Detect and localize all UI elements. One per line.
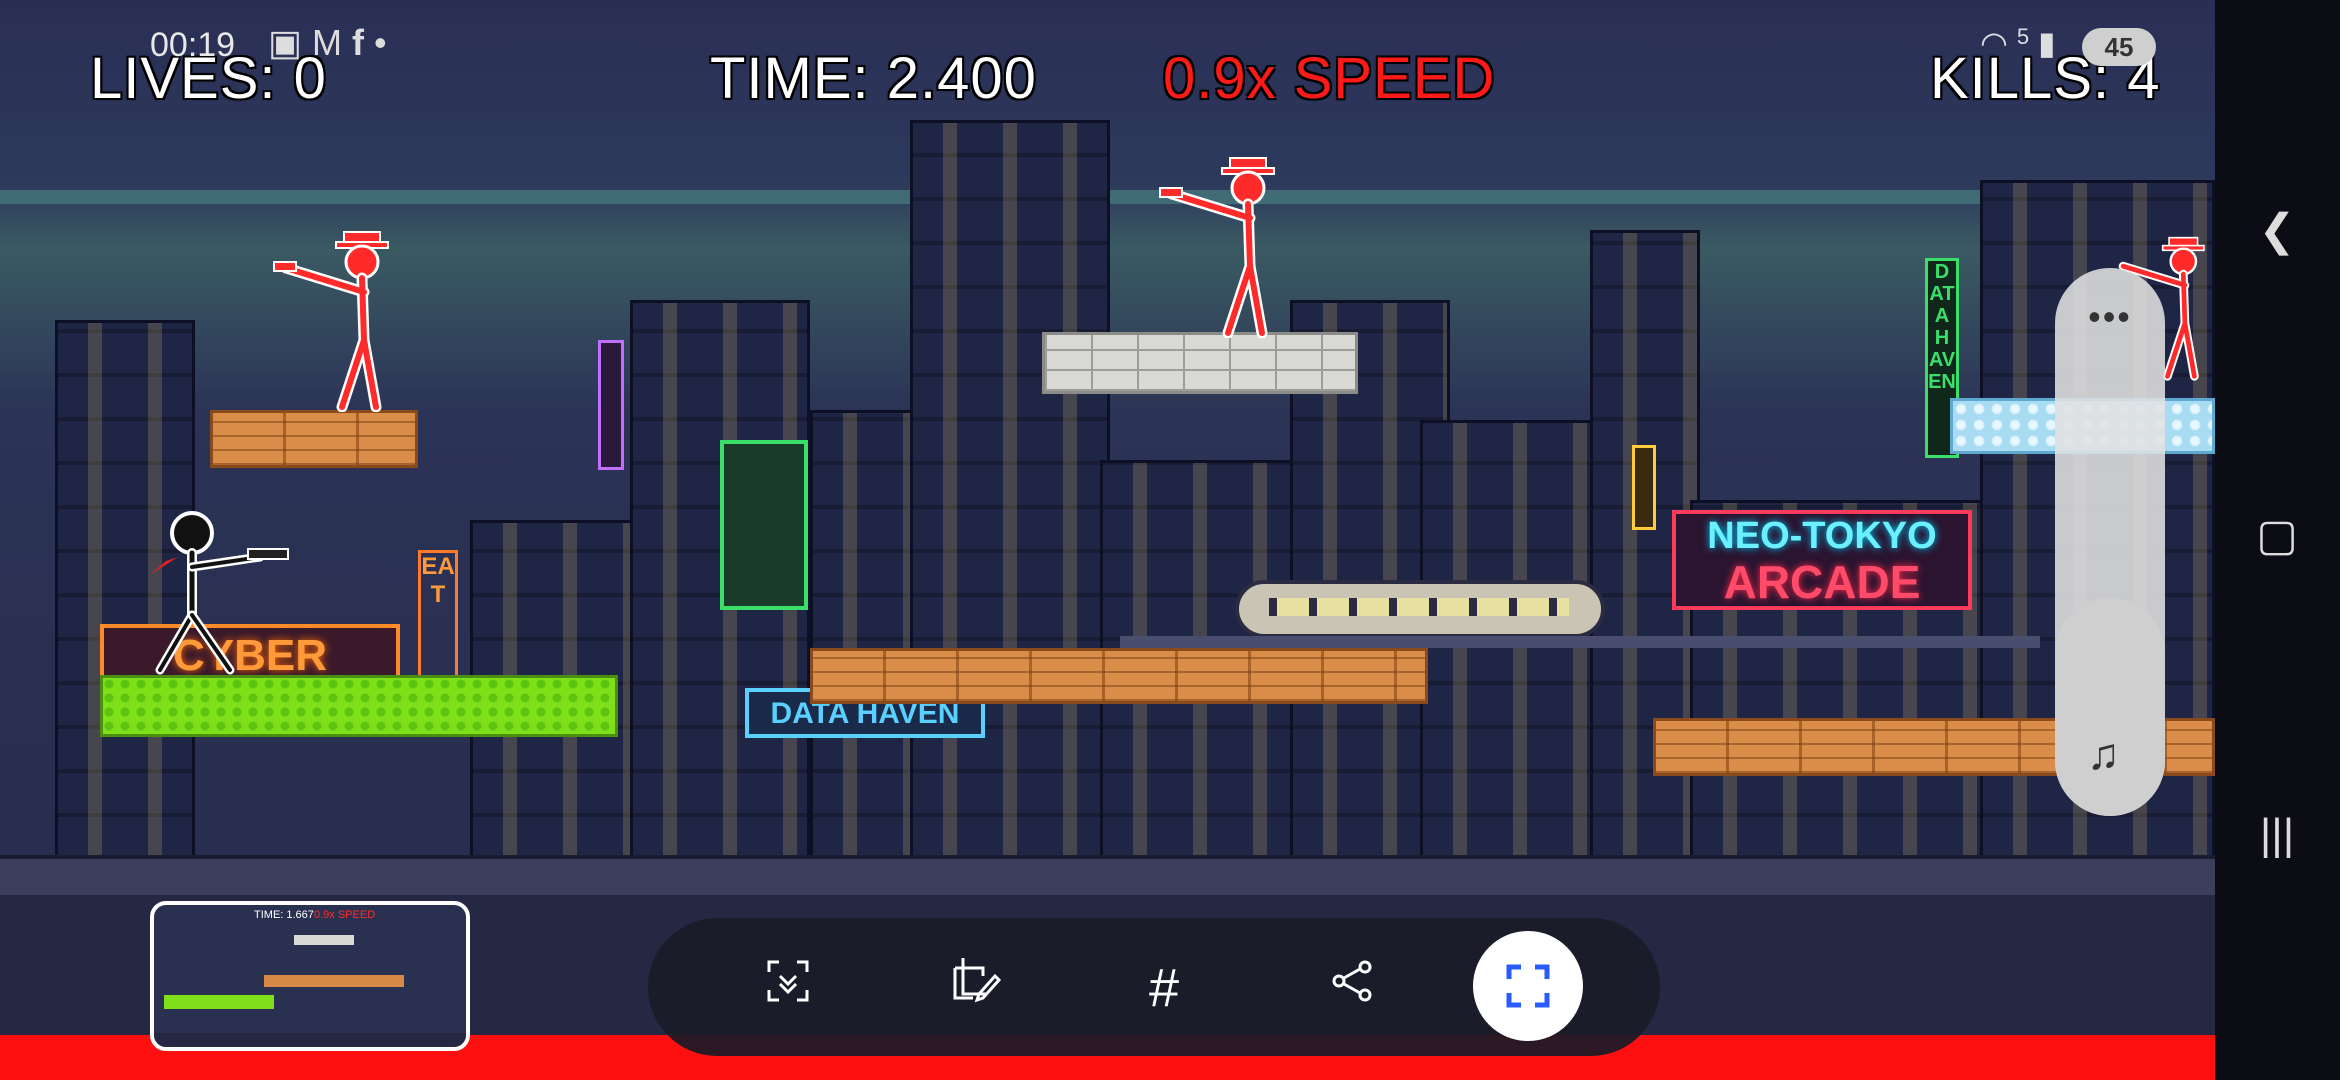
volume-slider[interactable]: ••• ♫ bbox=[2055, 268, 2165, 816]
sign-yellow-vertical bbox=[1632, 445, 1656, 530]
gmail-icon: M bbox=[312, 22, 353, 63]
thumbnail-grass bbox=[164, 995, 274, 1009]
player-stickman bbox=[150, 511, 289, 675]
dot-icon: • bbox=[374, 22, 397, 63]
sign-arcade: NEO-TOKYO ARCADE bbox=[1672, 510, 1972, 610]
thumbnail-wood bbox=[264, 975, 404, 987]
sign-purple-vertical bbox=[598, 340, 624, 470]
battery-level: 45 bbox=[2104, 32, 2134, 62]
hud-speed: 0.9x SPEED bbox=[1163, 46, 1496, 111]
sign-noodle-neon bbox=[720, 440, 808, 610]
monorail-train bbox=[1235, 580, 1605, 638]
music-volume-icon: ♫ bbox=[2087, 730, 2120, 779]
platform-grass bbox=[100, 675, 618, 737]
signal-icon: ▮ bbox=[2037, 25, 2056, 61]
enemy-stickman bbox=[1159, 157, 1275, 338]
battery-indicator: 45 bbox=[2082, 28, 2156, 66]
thumbnail-street bbox=[154, 1033, 466, 1047]
facebook-icon: f bbox=[352, 22, 375, 63]
thumbnail-stone bbox=[294, 935, 354, 945]
volume-level bbox=[2055, 598, 2165, 816]
sign-arcade-line1: NEO-TOKYO bbox=[1707, 515, 1937, 557]
crop-icon bbox=[1506, 964, 1550, 1008]
status-signal: ◠ 5 ▮ bbox=[1980, 24, 2056, 62]
recents-icon[interactable]: ||| bbox=[2237, 810, 2317, 860]
sign-arcade-line2: ARCADE bbox=[1723, 556, 1921, 608]
share-icon[interactable] bbox=[1312, 948, 1392, 1028]
edit-icon[interactable] bbox=[936, 948, 1016, 1028]
monorail-track bbox=[1120, 636, 2040, 648]
more-options-icon[interactable]: ••• bbox=[2055, 296, 2165, 338]
edit-glyph bbox=[953, 958, 1002, 1003]
status-time: 00:19 bbox=[150, 26, 236, 64]
dual-sim-icon: ▣ bbox=[268, 22, 313, 63]
platform-stone bbox=[1042, 332, 1358, 394]
crop-button[interactable] bbox=[1473, 931, 1583, 1041]
platform-wood bbox=[210, 410, 418, 468]
thumbnail-speed: 0.9x SPEED bbox=[314, 909, 376, 921]
building bbox=[910, 120, 1110, 860]
tag-icon[interactable]: # bbox=[1124, 948, 1204, 1028]
scroll-capture-icon[interactable] bbox=[748, 948, 828, 1028]
sidewalk bbox=[0, 855, 2215, 899]
train-windows bbox=[1269, 598, 1569, 616]
thumbnail-time: TIME: 1.667 bbox=[254, 909, 314, 921]
navigation-bar: ❮ ▢ ||| bbox=[2215, 0, 2340, 1080]
screenshot-toolbar: # bbox=[648, 918, 1660, 1056]
scroll-capture-glyph bbox=[767, 960, 809, 1002]
share-glyph bbox=[1332, 960, 1372, 1002]
enemy-stickman bbox=[273, 231, 389, 412]
screenshot-thumbnail[interactable]: TIME: 1.667 0.9x SPEED bbox=[150, 901, 470, 1051]
signal-badge: 5 bbox=[2016, 24, 2030, 49]
game-view[interactable]: CYBER EAT DATA HAVEN DATA HAVEN NEO-TOKY… bbox=[0, 0, 2215, 1035]
back-icon[interactable]: ❮ bbox=[2237, 205, 2317, 256]
platform-wood bbox=[810, 648, 1428, 704]
wifi-icon: ◠ bbox=[1980, 25, 2008, 61]
status-notification-icons: ▣Mf• bbox=[268, 22, 397, 64]
hud-time: TIME: 2.400 bbox=[710, 46, 1037, 111]
home-icon[interactable]: ▢ bbox=[2237, 510, 2317, 561]
